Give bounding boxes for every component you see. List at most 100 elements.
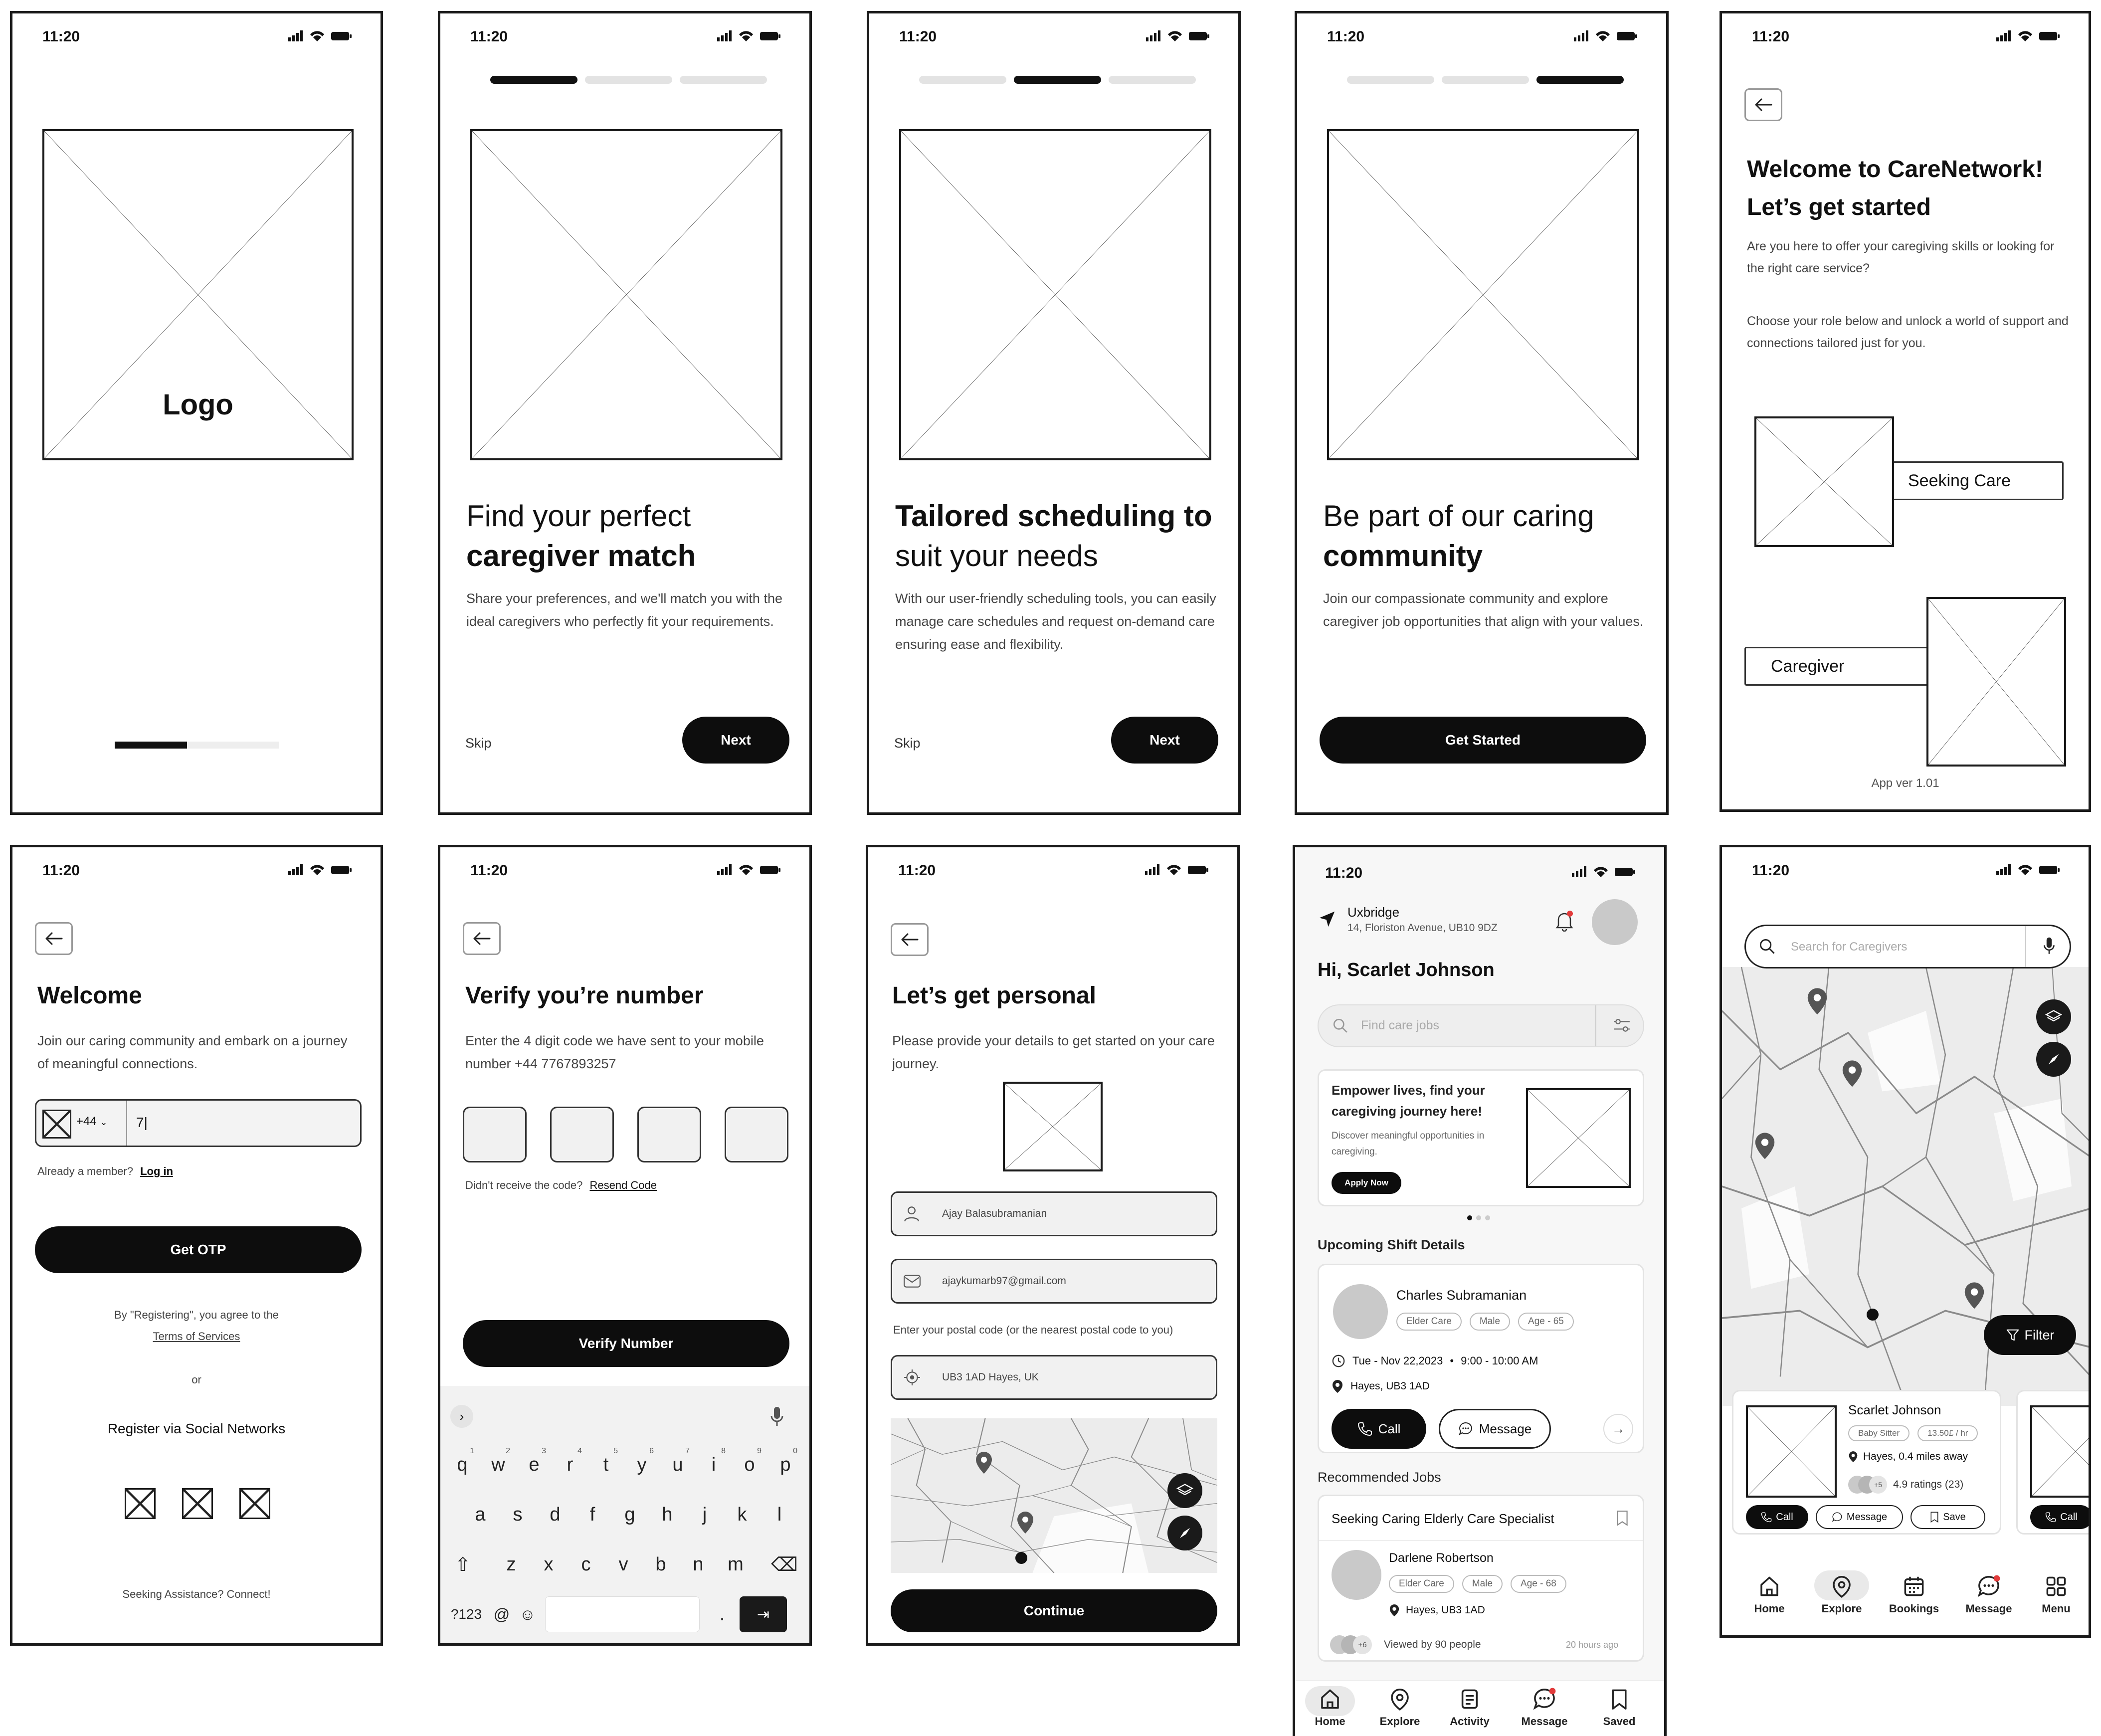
country-code-select[interactable]: +44 ⌄: [76, 1115, 107, 1129]
at-key[interactable]: @: [489, 1595, 514, 1633]
back-button[interactable]: [1744, 88, 1782, 121]
phone-input-group[interactable]: +44 ⌄ 7|: [35, 1099, 362, 1147]
key-v[interactable]: v: [608, 1545, 638, 1583]
nav-item-message[interactable]: Message: [1959, 1574, 2019, 1615]
map-pin-icon[interactable]: [1752, 1132, 1778, 1161]
key-p[interactable]: p0: [770, 1446, 800, 1484]
explore-map[interactable]: Filter: [1722, 967, 2089, 1406]
postal-code-field[interactable]: UB3 1AD Hayes, UK: [891, 1355, 1217, 1400]
caregiver-search-input[interactable]: Search for Caregivers: [1791, 940, 1907, 954]
map-pin-icon[interactable]: [1804, 987, 1830, 1017]
continue-button[interactable]: Continue: [891, 1589, 1217, 1632]
key-x[interactable]: x: [534, 1545, 564, 1583]
save-button[interactable]: Save: [1910, 1505, 1985, 1529]
otp-digit-3[interactable]: [637, 1107, 701, 1162]
next-button[interactable]: Next: [682, 717, 789, 764]
caregiver-option[interactable]: Caregiver: [1744, 647, 1934, 686]
skip-button[interactable]: Skip: [465, 736, 492, 751]
key-q[interactable]: q1: [447, 1446, 477, 1484]
seeking-care-option[interactable]: Seeking Care: [1892, 461, 2064, 500]
nav-item-message[interactable]: Message: [1515, 1687, 1574, 1728]
key-e[interactable]: e3: [519, 1446, 549, 1484]
key-m[interactable]: m: [721, 1545, 751, 1583]
message-button[interactable]: Message: [1439, 1409, 1551, 1449]
key-n[interactable]: n: [683, 1545, 713, 1583]
name-field[interactable]: Ajay Balasubramanian: [891, 1191, 1217, 1236]
nav-item-menu[interactable]: Menu: [2034, 1574, 2079, 1615]
get-otp-button[interactable]: Get OTP: [35, 1226, 362, 1273]
social-login-icon-1[interactable]: [125, 1488, 156, 1519]
user-avatar[interactable]: [1592, 899, 1638, 945]
social-login-icon-2[interactable]: [182, 1488, 213, 1519]
key-b[interactable]: b: [646, 1545, 676, 1583]
profile-photo-placeholder[interactable]: [1003, 1082, 1103, 1171]
notification-bell-icon[interactable]: [1554, 910, 1574, 932]
bookmark-icon[interactable]: [1616, 1510, 1629, 1526]
resend-code-link[interactable]: Resend Code: [589, 1179, 657, 1191]
caregiver-search-bar[interactable]: Search for Caregivers: [1744, 925, 2071, 968]
key-h[interactable]: h: [652, 1496, 682, 1534]
search-input[interactable]: Find care jobs: [1361, 1018, 1439, 1033]
nav-item-explore[interactable]: Explore: [1817, 1574, 1867, 1615]
upcoming-shift-card[interactable]: Charles Subramanian Elder Care Male Age …: [1318, 1264, 1644, 1453]
otp-digit-1[interactable]: [463, 1107, 527, 1162]
nav-item-activity[interactable]: Activity: [1445, 1687, 1495, 1728]
message-button[interactable]: Message: [1816, 1505, 1903, 1529]
key-o[interactable]: o9: [735, 1446, 764, 1484]
key-j[interactable]: j: [690, 1496, 720, 1534]
key-k[interactable]: k: [727, 1496, 757, 1534]
social-login-icon-3[interactable]: [239, 1488, 270, 1519]
key-s[interactable]: s: [503, 1496, 533, 1534]
key-g[interactable]: g: [615, 1496, 645, 1534]
key-y[interactable]: y6: [627, 1446, 657, 1484]
skip-button[interactable]: Skip: [894, 736, 921, 751]
nav-item-bookings[interactable]: Bookings: [1884, 1574, 1944, 1615]
backspace-key[interactable]: ⌫: [767, 1545, 802, 1583]
keyboard-expand-icon[interactable]: ›: [450, 1405, 473, 1428]
nav-item-saved[interactable]: Saved: [1594, 1687, 1644, 1728]
apply-now-button[interactable]: Apply Now: [1332, 1172, 1401, 1194]
caregiver-card[interactable]: Scarlet Johnson Baby Sitter 13.50£ / hr …: [1732, 1390, 2001, 1535]
shift-key[interactable]: ⇧: [448, 1545, 478, 1583]
map-pin-icon[interactable]: [1839, 1059, 1865, 1089]
key-f[interactable]: f: [577, 1496, 607, 1534]
phone-number-input[interactable]: 7|: [136, 1115, 148, 1131]
map-compass-button[interactable]: [2036, 1042, 2071, 1077]
nav-item-explore[interactable]: Explore: [1375, 1687, 1425, 1728]
nav-item-home[interactable]: Home: [1744, 1574, 1794, 1615]
caregiver-card-partial[interactable]: Call: [2016, 1390, 2089, 1535]
terms-link[interactable]: Terms of Services: [12, 1330, 381, 1343]
space-key[interactable]: [545, 1596, 700, 1632]
location-name[interactable]: Uxbridge: [1347, 905, 1399, 920]
map-compass-button[interactable]: [1167, 1516, 1202, 1550]
next-button[interactable]: Next: [1111, 717, 1218, 764]
back-button[interactable]: [35, 922, 73, 955]
dot-key[interactable]: .: [712, 1595, 732, 1633]
numbers-key[interactable]: ?123: [446, 1595, 486, 1633]
verify-number-button[interactable]: Verify Number: [463, 1320, 789, 1367]
search-bar[interactable]: Find care jobs: [1318, 1004, 1644, 1047]
microphone-icon[interactable]: [2043, 936, 2056, 957]
nav-item-home[interactable]: Home: [1310, 1687, 1350, 1728]
call-button[interactable]: Call: [2030, 1505, 2089, 1529]
key-r[interactable]: r4: [555, 1446, 585, 1484]
recommended-job-card[interactable]: Seeking Caring Elderly Care Specialist D…: [1318, 1495, 1644, 1662]
key-u[interactable]: u7: [663, 1446, 693, 1484]
filter-button[interactable]: Filter: [1984, 1315, 2076, 1355]
key-z[interactable]: z: [496, 1545, 526, 1583]
emoji-key[interactable]: ☺: [515, 1595, 540, 1633]
filter-sliders-icon[interactable]: [1613, 1017, 1631, 1033]
location-map[interactable]: [891, 1418, 1217, 1573]
call-button[interactable]: Call: [1332, 1409, 1426, 1449]
map-layers-button[interactable]: [2036, 999, 2071, 1034]
map-pin-icon[interactable]: [1961, 1281, 1987, 1311]
key-i[interactable]: i8: [699, 1446, 729, 1484]
key-w[interactable]: w2: [483, 1446, 513, 1484]
login-link[interactable]: Log in: [140, 1165, 173, 1177]
email-field[interactable]: ajaykumarb97@gmail.com: [891, 1259, 1217, 1304]
otp-digit-2[interactable]: [550, 1107, 614, 1162]
key-d[interactable]: d: [540, 1496, 570, 1534]
key-a[interactable]: a: [465, 1496, 495, 1534]
map-layers-button[interactable]: [1167, 1473, 1202, 1508]
promo-banner[interactable]: Empower lives, find your caregiving jour…: [1318, 1069, 1644, 1206]
